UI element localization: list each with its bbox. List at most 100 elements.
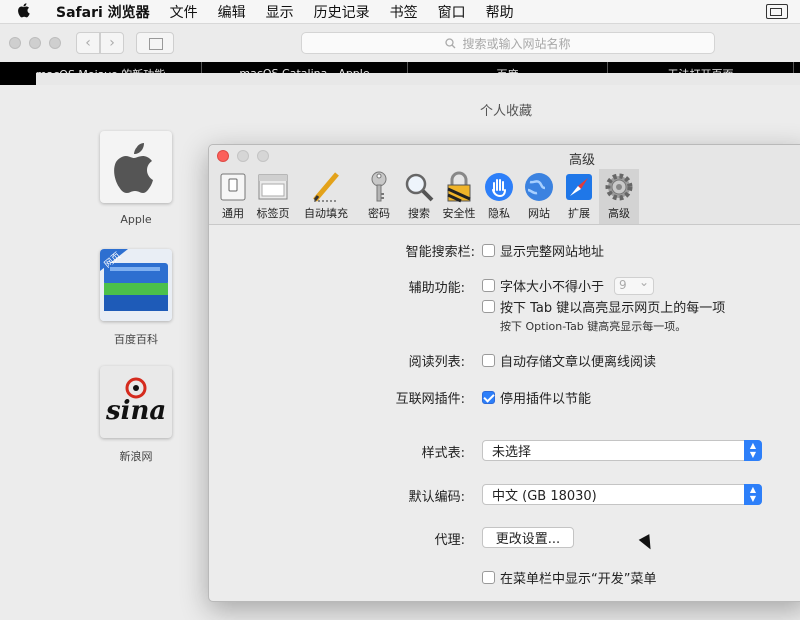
stylesheet-label: 样式表: [421,446,465,461]
tab-label: 自动填充 [304,207,348,220]
hand-icon [483,171,515,203]
safari-toolbar: ‹ › 搜索或输入网站名称 [0,24,800,62]
menu-view[interactable]: 显示 [256,2,304,22]
apple-logo-icon [114,143,153,193]
preferences-titlebar[interactable]: 高级 [209,145,800,169]
globe-icon [523,171,555,203]
back-button[interactable]: ‹ [76,32,100,54]
search-icon [445,37,456,48]
tab-label: 通用 [222,207,244,220]
tab-websites[interactable]: 网站 [519,169,559,224]
reading-list-label: 阅读列表: [408,355,465,370]
proxy-row: 更改设置... [482,527,574,548]
disable-plugins-checkbox[interactable] [482,391,495,404]
close-button[interactable] [217,150,229,162]
chevron-left-icon: ‹ [85,35,91,51]
change-proxy-button[interactable]: 更改设置... [482,527,574,548]
tab-label: 密码 [368,207,390,220]
popup-arrows-icon: ▲ ▼ [744,484,762,505]
encoding-select[interactable]: 中文 (GB 18030) ▲ ▼ [482,484,762,505]
favorite-tile [100,131,172,203]
menu-bookmarks[interactable]: 书签 [380,2,428,22]
proxy-label: 代理: [434,533,465,548]
plugins-row: 停用插件以节能 [482,388,591,407]
tab-passwords[interactable]: 密码 [359,169,399,224]
encoding-value: 中文 (GB 18030) [492,489,597,504]
favorite-tile: 网页 [100,249,172,321]
gear-icon [603,171,635,203]
reading-list-checkbox[interactable] [482,354,495,367]
tab-security[interactable]: 安全性 [439,169,479,224]
forward-button[interactable]: › [100,32,124,54]
favorite-apple[interactable]: Apple [96,131,176,226]
menu-window[interactable]: 窗口 [428,2,476,22]
tab-label: 标签页 [256,207,290,220]
favorite-sina[interactable]: sina 新浪网 [96,366,176,464]
tab-highlight-checkbox[interactable] [482,300,495,313]
develop-menu-row: 在菜单栏中显示“开发”菜单 [482,568,656,587]
preferences-tab-bar: 通用 标签页 自动填充 密码 搜索 安全性 隐私 网站 扩展 高级 [209,169,800,225]
tab-highlight-row: 按下 Tab 键以高亮显示网页上的每一项 [482,297,725,316]
tab-highlight-hint: 按下 Option-Tab 键高亮显示每一项。 [500,320,687,333]
tab-search[interactable]: 搜索 [399,169,439,224]
screen-mirroring-icon[interactable] [766,4,788,19]
pencil-icon [310,171,342,203]
tab-tabs[interactable]: 标签页 [253,169,293,224]
tabs-window-icon [257,171,289,203]
tab-extensions[interactable]: 扩展 [559,169,599,224]
develop-menu-checkbox[interactable] [482,571,495,584]
favorites-title: 个人收藏 [480,104,533,119]
tab-overlay-band [36,73,800,85]
preferences-title: 高级 [569,153,596,168]
key-icon [363,171,395,203]
menu-file[interactable]: 文件 [160,2,208,22]
accessibility-label: 辅助功能: [408,281,465,296]
tab-general[interactable]: 通用 [213,169,253,224]
menu-history[interactable]: 历史记录 [304,2,380,22]
menu-edit[interactable]: 编辑 [208,2,256,22]
compass-extension-icon [563,171,595,203]
disable-plugins-label: 停用插件以节能 [500,392,592,407]
favorite-tile: sina [100,366,172,438]
magnifier-icon [403,171,435,203]
tab-advanced[interactable]: 高级 [599,169,639,224]
minimize-button-inactive[interactable] [29,37,41,49]
favorite-baidu-baike[interactable]: 网页 百度百科 [96,249,176,347]
stylesheet-select[interactable]: 未选择 ▲ ▼ [482,440,762,461]
tab-label: 隐私 [488,207,510,220]
tab-label: 搜索 [408,207,430,220]
zoom-button-inactive[interactable] [49,37,61,49]
lock-icon [443,171,475,203]
tab-highlight-label: 按下 Tab 键以高亮显示网页上的每一项 [500,301,726,316]
address-bar[interactable]: 搜索或输入网站名称 [301,32,715,54]
general-switch-icon [217,171,249,203]
popup-arrows-icon: ▲ ▼ [744,440,762,461]
encoding-row: 中文 (GB 18030) ▲ ▼ [482,484,762,505]
min-font-size-select[interactable]: 9 [614,275,655,295]
show-full-address-checkbox[interactable] [482,244,495,257]
show-full-address-label: 显示完整网站地址 [500,245,605,260]
sina-logo-text: sina [106,396,167,426]
favorite-label: 新浪网 [119,450,153,463]
chevron-right-icon: › [109,35,115,51]
tab-label: 安全性 [442,207,476,220]
zoom-button[interactable] [257,150,269,162]
close-button-inactive[interactable] [9,37,21,49]
smart-search-row: 显示完整网站地址 [482,241,604,260]
sidebar-toggle-button[interactable] [136,32,174,54]
preferences-window: 高级 通用 标签页 自动填充 密码 搜索 安全性 隐私 网站 扩展 高级 智能搜… [208,144,800,602]
stylesheet-value: 未选择 [492,445,532,460]
reading-list-option: 自动存储文章以便离线阅读 [500,355,657,370]
tab-label: 高级 [608,207,630,220]
menu-app-name[interactable]: Safari 浏览器 [46,2,160,22]
address-placeholder: 搜索或输入网站名称 [462,36,571,51]
encoding-label: 默认编码: [408,490,465,505]
tab-label: 网站 [528,207,550,220]
minimize-button[interactable] [237,150,249,162]
min-font-checkbox[interactable] [482,279,495,292]
tab-privacy[interactable]: 隐私 [479,169,519,224]
menu-help[interactable]: 帮助 [476,2,524,22]
apple-logo-icon[interactable] [0,2,46,22]
tab-label: 扩展 [568,207,590,220]
tab-autofill[interactable]: 自动填充 [293,169,359,224]
